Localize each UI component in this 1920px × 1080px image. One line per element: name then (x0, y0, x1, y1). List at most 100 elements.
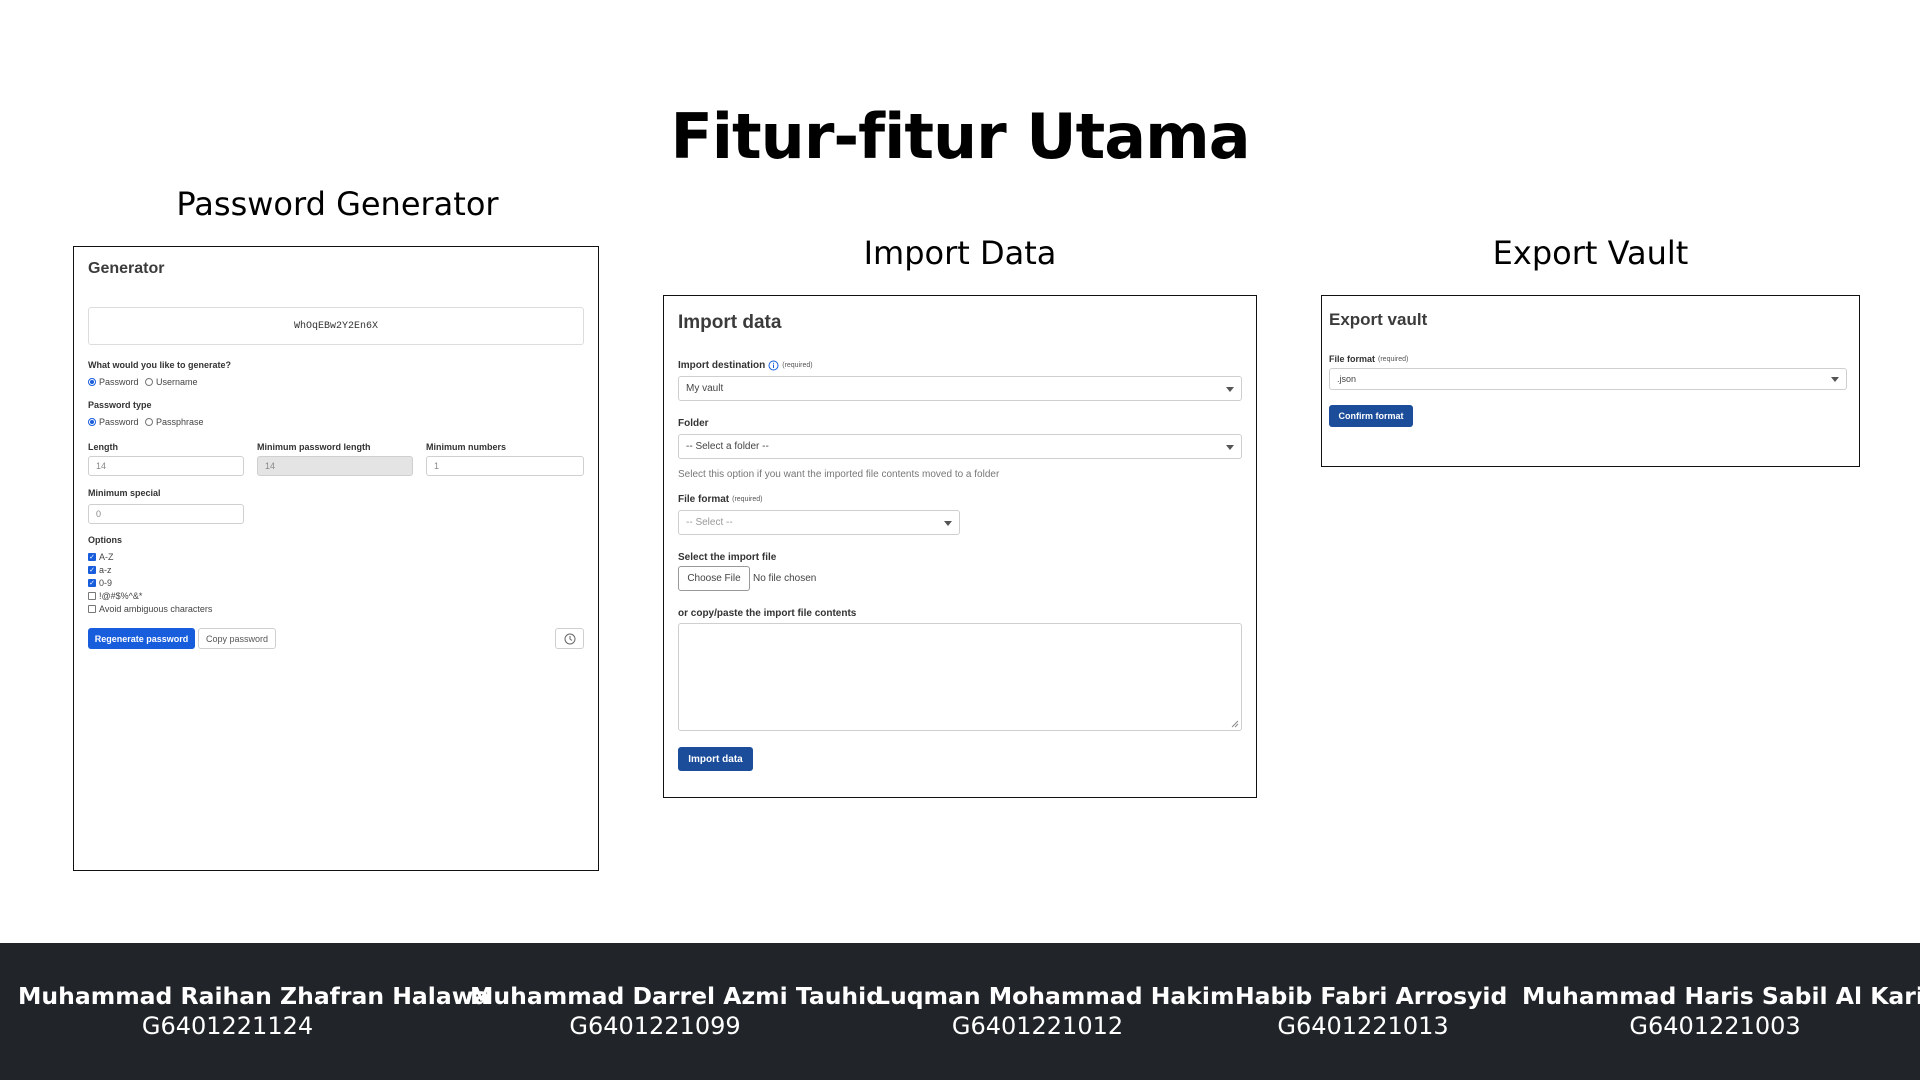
member-name: Habib Fabri Arrosyid (1235, 982, 1508, 1010)
radio-icon (88, 378, 96, 386)
option-special[interactable]: !@#$%^&* (88, 591, 142, 601)
required-text: (required) (782, 362, 813, 369)
team-member: Muhammad Haris Sabil Al Karim G640122100… (1522, 982, 1920, 1040)
radio-generate-password[interactable]: Password (88, 377, 139, 387)
folder-select[interactable]: -- Select a folder -- (678, 434, 1242, 459)
generator-heading: Generator (88, 260, 165, 277)
radio-icon (145, 418, 153, 426)
checkbox-checked-icon: ✓ (88, 566, 96, 574)
min-numbers-input[interactable]: 1 (426, 456, 584, 476)
copy-password-button[interactable]: Copy password (198, 628, 276, 649)
member-nim: G6401221012 (951, 1012, 1124, 1040)
label-text: File format (1329, 354, 1376, 364)
import-destination-label: Import destination (required) (678, 360, 813, 371)
min-numbers-label: Minimum numbers (426, 442, 507, 452)
section-title-export: Export Vault (1492, 234, 1689, 272)
generated-password-display[interactable]: WhOqEBw2Y2En6X (88, 307, 584, 345)
team-member: Muhammad Darrel Azmi Tauhid G6401221099 (470, 982, 884, 1040)
option-label: a-z (99, 565, 112, 575)
choose-file-button[interactable]: Choose File (678, 566, 750, 591)
radio-icon (145, 378, 153, 386)
select-value: -- Select -- (686, 517, 733, 528)
import-file-label: Select the import file (678, 552, 777, 563)
team-member: Luqman Mohammad Hakim G6401221012 (875, 982, 1235, 1040)
slide-title: Fitur-fitur Utama (670, 100, 1250, 173)
radio-type-passphrase[interactable]: Passphrase (145, 417, 204, 427)
chevron-down-icon (944, 520, 952, 526)
regenerate-password-button[interactable]: Regenerate password (88, 628, 195, 649)
generated-password-text: WhOqEBw2Y2En6X (293, 320, 378, 332)
member-name: Muhammad Haris Sabil Al Karim (1522, 982, 1920, 1010)
option-uppercase[interactable]: ✓ A-Z (88, 552, 114, 562)
radio-label: Password (99, 417, 139, 427)
member-name: Muhammad Darrel Azmi Tauhid (470, 982, 884, 1010)
folder-help-text: Select this option if you want the impor… (678, 469, 1000, 480)
import-destination-select[interactable]: My vault (678, 376, 1242, 401)
type-label: Password type (88, 400, 152, 410)
radio-icon (88, 418, 96, 426)
option-numbers[interactable]: ✓ 0-9 (88, 578, 112, 588)
file-format-select[interactable]: -- Select -- (678, 510, 960, 535)
folder-label: Folder (678, 418, 709, 429)
checkbox-checked-icon: ✓ (88, 553, 96, 561)
import-panel: Import data Import destination (required… (663, 295, 1257, 798)
password-history-button[interactable] (555, 628, 584, 649)
member-name: Luqman Mohammad Hakim (875, 982, 1235, 1010)
checkbox-checked-icon: ✓ (88, 579, 96, 587)
select-value: -- Select a folder -- (686, 441, 769, 452)
member-nim: G6401221124 (141, 1012, 314, 1040)
export-panel: Export vault File format (required) .jso… (1321, 295, 1860, 467)
member-nim: G6401221099 (569, 1012, 741, 1040)
section-title-import: Import Data (863, 234, 1057, 272)
options-label: Options (88, 535, 122, 545)
option-label: Avoid ambiguous characters (99, 604, 213, 614)
min-length-input: 14 (257, 456, 413, 476)
radio-label: Username (156, 377, 198, 387)
resize-handle-icon[interactable] (1231, 720, 1239, 728)
team-member: Habib Fabri Arrosyid G6401221013 (1235, 982, 1508, 1040)
option-lowercase[interactable]: ✓ a-z (88, 565, 112, 575)
info-icon[interactable] (768, 360, 779, 371)
paste-contents-textarea[interactable] (678, 623, 1242, 731)
length-input[interactable]: 14 (88, 456, 244, 476)
chevron-down-icon (1226, 386, 1234, 392)
member-name: Muhammad Raihan Zhafran Halawa (18, 982, 490, 1010)
min-special-input[interactable]: 0 (88, 504, 244, 524)
team-member: Muhammad Raihan Zhafran Halawa G64012211… (18, 982, 490, 1040)
radio-type-password[interactable]: Password (88, 417, 139, 427)
what-label: What would you like to generate? (88, 360, 232, 370)
member-nim: G6401221013 (1277, 1012, 1449, 1040)
export-format-label: File format (required) (1329, 354, 1408, 364)
file-format-label: File format (required) (678, 494, 762, 505)
min-length-label: Minimum password length (257, 442, 371, 452)
confirm-format-button[interactable]: Confirm format (1329, 405, 1413, 427)
select-value: .json (1337, 374, 1357, 384)
checkbox-icon (88, 592, 96, 600)
export-heading: Export vault (1329, 310, 1428, 329)
checkbox-icon (88, 605, 96, 613)
section-title-generator: Password Generator (176, 185, 499, 223)
length-label: Length (88, 442, 118, 452)
radio-label: Passphrase (156, 417, 204, 427)
import-data-button[interactable]: Import data (678, 747, 753, 771)
chevron-down-icon (1226, 444, 1234, 450)
option-avoid-ambiguous[interactable]: Avoid ambiguous characters (88, 604, 212, 614)
option-label: 0-9 (99, 578, 113, 588)
radio-label: Password (99, 377, 139, 387)
required-text: (required) (732, 496, 763, 503)
paste-contents-label: or copy/paste the import file contents (678, 608, 857, 619)
import-heading: Import data (678, 312, 782, 333)
select-value: My vault (686, 383, 724, 394)
option-label: A-Z (99, 552, 114, 562)
no-file-text: No file chosen (753, 573, 817, 584)
label-text: File format (678, 494, 730, 505)
min-special-label: Minimum special (88, 488, 161, 498)
label-text: Import destination (678, 360, 766, 371)
generator-panel: Generator WhOqEBw2Y2En6X What would you … (73, 246, 599, 871)
history-icon (564, 633, 575, 644)
option-label: !@#$%^&* (99, 591, 143, 601)
chevron-down-icon (1831, 377, 1839, 382)
member-nim: G6401221003 (1629, 1012, 1801, 1040)
radio-generate-username[interactable]: Username (145, 377, 198, 387)
export-format-select[interactable]: .json (1329, 368, 1847, 390)
